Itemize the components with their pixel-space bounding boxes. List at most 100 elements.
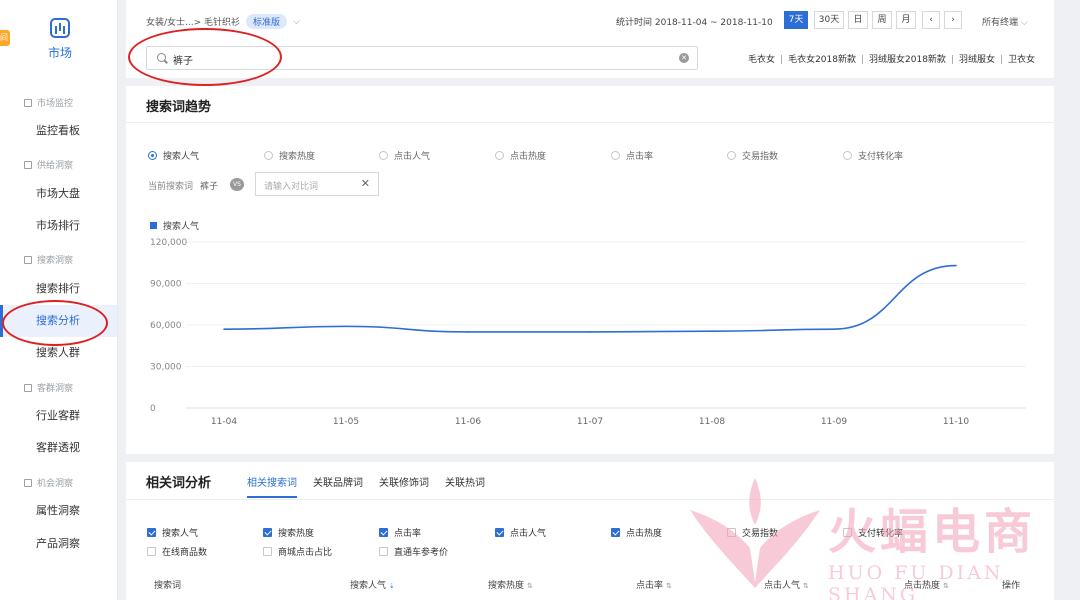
checkbox-icon [379, 547, 388, 556]
column-label: 搜索人气 [350, 581, 387, 591]
metric-checkbox[interactable]: 搜索热度 [263, 526, 314, 539]
sidebar-item-product[interactable]: 产品洞察 [0, 528, 117, 560]
sidebar-item-market-rank[interactable]: 市场排行 [0, 210, 117, 242]
metric-checkbox[interactable]: 商城点击占比 [263, 545, 332, 558]
sidebar-item-industry-customer[interactable]: 行业客群 [0, 400, 117, 432]
checkbox-label: 点击热度 [626, 529, 663, 539]
metric-checkbox[interactable]: 在线商品数 [147, 545, 207, 558]
clear-icon[interactable]: ✕ [679, 53, 689, 63]
sort-icon[interactable]: ⇅ [666, 582, 672, 590]
y-tick-label: 120,000 [150, 238, 187, 248]
metric-checkbox[interactable]: 支付转化率 [843, 526, 903, 539]
data-point [589, 331, 591, 333]
quick-word[interactable]: 卫衣女 [1008, 55, 1035, 65]
column-header[interactable]: 点击热度 ⇅ [904, 578, 949, 591]
tab-hot-words[interactable]: 关联热词 [445, 474, 485, 489]
period-day-button[interactable]: 日 [848, 11, 868, 29]
column-header[interactable]: 点击人气 ⇅ [764, 578, 809, 591]
stat-time: 统计时间 2018-11-04 ~ 2018-11-10 [616, 18, 773, 28]
vs-badge: VS [230, 178, 244, 191]
sort-icon[interactable]: ⇅ [943, 582, 949, 590]
group-supply: 供给洞察 [24, 158, 73, 171]
compare-word: 裤子 [200, 182, 219, 192]
x-tick-label: 11-07 [577, 417, 603, 426]
checkbox-label: 搜索热度 [278, 529, 315, 539]
metric-radio[interactable]: 交易指数 [727, 149, 778, 162]
sidebar-item-market-overview[interactable]: 市场大盘 [0, 178, 117, 210]
metric-label: 支付转化率 [858, 152, 904, 162]
y-tick-label: 60,000 [150, 321, 182, 331]
quick-word[interactable]: 毛衣女2018新款 [788, 55, 856, 65]
market-nav[interactable]: 市场 [38, 18, 82, 61]
quick-word[interactable]: 羽绒服女2018新款 [869, 55, 946, 65]
metric-radio[interactable]: 点击人气 [379, 149, 430, 162]
quick-word[interactable]: 羽绒服女 [959, 55, 995, 65]
period-7d-button[interactable]: 7天 [784, 11, 808, 29]
metric-radio[interactable]: 点击热度 [495, 149, 546, 162]
metric-label: 搜索热度 [279, 152, 316, 162]
column-header[interactable]: 搜索人气 ⇣ [350, 578, 395, 591]
column-label: 操作 [1002, 581, 1021, 591]
metric-checkbox[interactable]: 直通车参考价 [379, 545, 448, 558]
quick-words: 毛衣女 | 毛衣女2018新款 | 羽绒服女2018新款 | 羽绒服女 | 卫衣女 [748, 55, 1036, 65]
checkbox-label: 商城点击占比 [278, 548, 333, 558]
group-opportunity: 机会洞察 [24, 476, 73, 489]
column-header: 搜索词 [154, 578, 181, 591]
category-breadcrumb[interactable]: 女装/女士...> 毛针织衫 标准版 ⌵ [146, 14, 300, 29]
metric-radio[interactable]: 支付转化率 [843, 149, 903, 162]
x-tick-label: 11-04 [211, 417, 237, 426]
period-week-button[interactable]: 周 [872, 11, 892, 29]
data-point [223, 328, 225, 330]
tab-brand-words[interactable]: 关联品牌词 [313, 474, 363, 489]
y-tick-label: 90,000 [150, 280, 182, 290]
checkbox-label: 直通车参考价 [394, 548, 449, 558]
sidebar-item-monitor-board[interactable]: 监控看板 [0, 115, 117, 147]
quick-word[interactable]: 毛衣女 [748, 55, 775, 65]
column-header[interactable]: 搜索热度 ⇅ [488, 578, 533, 591]
radio-checked-icon [148, 151, 157, 160]
radio-icon [264, 151, 273, 160]
sidebar-item-customer-view[interactable]: 客群透视 [0, 432, 117, 464]
metric-checkbox[interactable]: 交易指数 [727, 526, 778, 539]
group-market-monitor: 市场监控 [24, 96, 73, 109]
metric-radio[interactable]: 搜索人气 [148, 149, 199, 162]
metric-checkbox[interactable]: 点击人气 [495, 526, 546, 539]
metric-radio[interactable]: 点击率 [611, 149, 653, 162]
category-path: 女装/女士...> 毛针织衫 [146, 18, 241, 28]
metric-checkbox[interactable]: 点击热度 [611, 526, 662, 539]
period-month-button[interactable]: 月 [896, 11, 916, 29]
group-label: 市场监控 [37, 99, 74, 109]
metric-label: 交易指数 [742, 152, 779, 162]
group-label: 机会洞察 [37, 479, 74, 489]
metric-checkbox[interactable]: 搜索人气 [147, 526, 198, 539]
sort-icon[interactable]: ⇅ [527, 582, 533, 590]
related-title: 相关词分析 [146, 476, 212, 491]
side-tab-label: 间 [0, 33, 8, 42]
series-line [223, 264, 957, 333]
next-period-button[interactable]: › [944, 11, 962, 29]
metric-checkbox[interactable]: 点击率 [379, 526, 421, 539]
compare-label: 当前搜索词 [148, 182, 194, 192]
chevron-down-icon[interactable]: ⌵ [293, 17, 300, 27]
tab-related-search[interactable]: 相关搜索词 [247, 474, 297, 498]
side-tab[interactable]: 间 [0, 30, 10, 46]
close-icon[interactable]: ✕ [361, 177, 370, 190]
compare-input[interactable]: 请输入对比词 ✕ [255, 172, 379, 196]
tab-modifier-words[interactable]: 关联修饰词 [379, 474, 429, 489]
prev-period-button[interactable]: ‹ [922, 11, 940, 29]
sort-icon[interactable]: ⇣ [389, 582, 395, 590]
terminal-select[interactable]: 所有终端 ⌵ [982, 15, 1028, 28]
y-tick-label: 30,000 [150, 363, 182, 373]
sort-icon[interactable]: ⇅ [803, 582, 809, 590]
checkbox-icon [727, 528, 736, 537]
data-point [467, 331, 469, 333]
divider [126, 122, 1054, 123]
period-30d-button[interactable]: 30天 [814, 11, 844, 29]
sidebar-item-attribute[interactable]: 属性洞察 [0, 495, 117, 527]
checkbox-label: 点击率 [394, 529, 422, 539]
market-label: 市场 [47, 46, 72, 60]
metric-radio[interactable]: 搜索热度 [264, 149, 315, 162]
column-header[interactable]: 点击率 ⇅ [636, 578, 672, 591]
x-tick-label: 11-10 [943, 417, 969, 426]
annotation-ellipse-search [128, 28, 282, 86]
